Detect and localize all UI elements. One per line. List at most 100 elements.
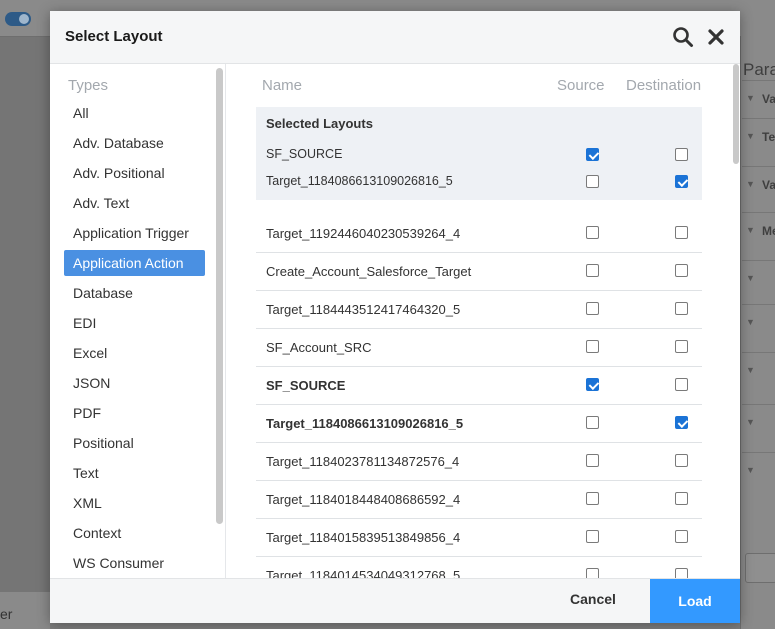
destination-checkbox[interactable] xyxy=(675,226,688,239)
load-button[interactable]: Load xyxy=(650,579,740,623)
type-item-all[interactable]: All xyxy=(64,100,205,126)
selected-layout-row: Target_1184086613109026816_5 xyxy=(256,168,702,195)
type-item-context[interactable]: Context xyxy=(64,520,205,546)
background-panel-row-label: Te xyxy=(762,130,775,144)
type-item-edi[interactable]: EDI xyxy=(64,310,205,336)
source-checkbox[interactable] xyxy=(586,416,599,429)
selected-layout-row: SF_SOURCE xyxy=(256,141,702,168)
type-item-text[interactable]: Text xyxy=(64,460,205,486)
background-panel-row: ▼ xyxy=(742,452,775,491)
background-panel-row: ▼ Va xyxy=(742,80,775,119)
types-scrollbar[interactable] xyxy=(216,68,223,524)
source-checkbox[interactable] xyxy=(586,378,599,391)
types-panel: Types All Adv. Database Adv. Positional Adv… xyxy=(50,64,226,578)
layout-name: SF_Account_SRC xyxy=(266,340,372,355)
layout-name: SF_SOURCE xyxy=(266,147,343,161)
chevron-down-icon: ▼ xyxy=(746,93,755,103)
type-item-adv-positional[interactable]: Adv. Positional xyxy=(64,160,205,186)
chevron-down-icon: ▼ xyxy=(746,225,755,235)
type-item-ws-consumer[interactable]: WS Consumer xyxy=(64,550,205,576)
background-panel-row: ▼ Te xyxy=(742,118,775,157)
destination-checkbox[interactable] xyxy=(675,492,688,505)
type-item-xml[interactable]: XML xyxy=(64,490,205,516)
type-item-excel[interactable]: Excel xyxy=(64,340,205,366)
type-item-json[interactable]: JSON xyxy=(64,370,205,396)
chevron-down-icon: ▼ xyxy=(746,179,755,189)
source-checkbox[interactable] xyxy=(586,302,599,315)
source-checkbox[interactable] xyxy=(586,568,599,578)
layout-name: Target_1184023781134872576_4 xyxy=(266,454,460,469)
layout-row[interactable]: SF_Account_SRC xyxy=(256,328,702,367)
layout-row[interactable]: Target_1184086613109026816_5 xyxy=(256,404,702,443)
dialog-footer: Cancel Load xyxy=(50,578,740,623)
layouts-scrollbar[interactable] xyxy=(732,64,740,164)
layout-row[interactable]: Target_1184015839513849856_4 xyxy=(256,518,702,557)
dialog-header: Select Layout xyxy=(50,11,740,64)
layout-row[interactable]: SF_SOURCE xyxy=(256,366,702,405)
background-panel-row: ▼ xyxy=(742,404,775,443)
background-toggle xyxy=(5,12,31,26)
type-item-application-action[interactable]: Application Action xyxy=(64,250,205,276)
destination-checkbox[interactable] xyxy=(675,148,688,161)
background-panel-row: ▼ xyxy=(742,260,775,299)
background-right-panel-title: Para xyxy=(743,60,775,79)
source-checkbox[interactable] xyxy=(586,530,599,543)
background-panel-row-label: Me xyxy=(762,224,775,238)
destination-checkbox[interactable] xyxy=(675,175,688,188)
search-icon[interactable] xyxy=(670,24,696,50)
source-checkbox[interactable] xyxy=(586,226,599,239)
type-item-database[interactable]: Database xyxy=(64,280,205,306)
layout-name: Target_1184086613109026816_5 xyxy=(266,416,464,431)
background-panel-row: ▼ Va xyxy=(742,166,775,205)
background-panel-row-label: Va xyxy=(762,178,775,192)
chevron-down-icon: ▼ xyxy=(746,465,755,475)
layout-name: Target_1184443512417464320_5 xyxy=(266,302,461,317)
selected-layouts-label: Selected Layouts xyxy=(266,116,373,131)
close-icon[interactable] xyxy=(703,24,729,50)
type-item-positional[interactable]: Positional xyxy=(64,430,205,456)
destination-checkbox[interactable] xyxy=(675,568,688,578)
type-item-pdf[interactable]: PDF xyxy=(64,400,205,426)
destination-checkbox[interactable] xyxy=(675,264,688,277)
select-layout-dialog: Select Layout Types All Adv. Database Adv.… xyxy=(50,11,740,623)
layout-row[interactable]: Target_1192446040230539264_4 xyxy=(256,214,702,253)
layout-name: SF_SOURCE xyxy=(266,378,346,393)
type-item-adv-database[interactable]: Adv. Database xyxy=(64,130,205,156)
source-checkbox[interactable] xyxy=(586,148,599,161)
destination-checkbox[interactable] xyxy=(675,302,688,315)
layout-name: Target_1184018448408686592_4 xyxy=(266,492,461,507)
chevron-down-icon: ▼ xyxy=(746,417,755,427)
layout-name: Target_1184086613109026816_5 xyxy=(266,174,453,188)
dialog-title: Select Layout xyxy=(65,28,163,45)
background-left-column xyxy=(0,37,50,592)
cancel-button[interactable]: Cancel xyxy=(570,591,616,607)
layout-row[interactable]: Create_Account_Salesforce_Target xyxy=(256,252,702,291)
source-checkbox[interactable] xyxy=(586,264,599,277)
chevron-down-icon: ▼ xyxy=(746,273,755,283)
destination-checkbox[interactable] xyxy=(675,378,688,391)
chevron-down-icon: ▼ xyxy=(746,317,755,327)
layout-row[interactable]: Target_1184014534049312768_5 xyxy=(256,556,702,578)
chevron-down-icon: ▼ xyxy=(746,131,755,141)
background-bottom-label: er xyxy=(0,606,13,622)
types-heading: Types xyxy=(68,77,109,94)
layout-row[interactable]: Target_1184018448408686592_4 xyxy=(256,480,702,519)
layout-row[interactable]: Target_1184443512417464320_5 xyxy=(256,290,702,329)
source-checkbox[interactable] xyxy=(586,492,599,505)
layout-row[interactable]: Target_1184023781134872576_4 xyxy=(256,442,702,481)
type-item-application-trigger[interactable]: Application Trigger xyxy=(64,220,205,246)
source-checkbox[interactable] xyxy=(586,175,599,188)
type-item-adv-text[interactable]: Adv. Text xyxy=(64,190,205,216)
chevron-down-icon: ▼ xyxy=(746,365,755,375)
background-panel-row: ▼ Me xyxy=(742,212,775,251)
layout-name: Target_1192446040230539264_4 xyxy=(266,226,461,241)
source-checkbox[interactable] xyxy=(586,340,599,353)
layout-name: Target_1184015839513849856_4 xyxy=(266,530,461,545)
layouts-panel: Name Source Destination Selected Layouts… xyxy=(226,64,740,578)
destination-checkbox[interactable] xyxy=(675,340,688,353)
layout-name: Create_Account_Salesforce_Target xyxy=(266,264,472,279)
destination-checkbox[interactable] xyxy=(675,454,688,467)
source-checkbox[interactable] xyxy=(586,454,599,467)
destination-checkbox[interactable] xyxy=(675,530,688,543)
destination-checkbox[interactable] xyxy=(675,416,688,429)
